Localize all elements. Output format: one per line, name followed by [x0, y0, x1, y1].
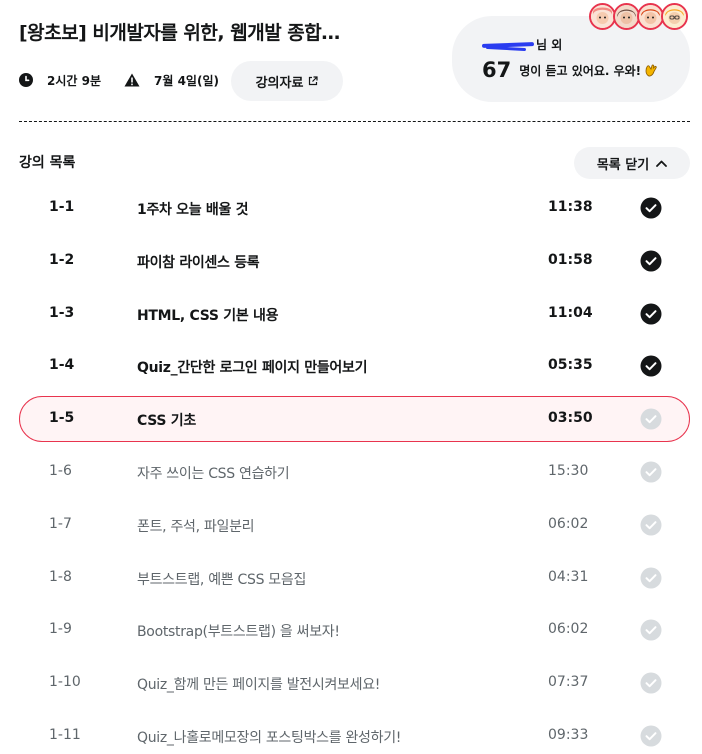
lesson-number: 1-6: [49, 463, 72, 479]
redacted-username: [482, 38, 534, 52]
close-list-button[interactable]: 목록 닫기: [574, 147, 690, 179]
lesson-duration: 06:02: [548, 516, 589, 532]
lesson-number: 1-4: [49, 357, 75, 373]
lesson-row[interactable]: 1-7 폰트, 주석, 파일분리 06:02: [19, 502, 690, 548]
lesson-title: 부트스트랩, 예쁜 CSS 모음집: [137, 572, 307, 588]
lesson-duration: 15:30: [548, 463, 589, 479]
date-text: 7월 4일(일): [154, 73, 219, 88]
lesson-number: 1-3: [49, 305, 75, 321]
lesson-duration: 03:50: [548, 410, 593, 426]
avatar-group: [589, 3, 688, 31]
avatar: [589, 3, 616, 30]
clock-icon: [19, 73, 33, 87]
duration-item: 2시간 9분: [19, 72, 101, 89]
lesson-title: Quiz_간단한 로그인 페이지 만들어보기: [137, 360, 368, 376]
watchers-name-suffix: 님 외: [536, 38, 563, 52]
check-circle-icon: [640, 408, 662, 430]
check-circle-icon: [640, 567, 662, 589]
check-circle-icon: [640, 355, 662, 377]
avatar: [613, 3, 640, 30]
clap-icon: [645, 64, 657, 77]
lesson-row[interactable]: 1-5 CSS 기초 03:50: [19, 396, 690, 442]
watchers-name-line: 님 외: [482, 36, 562, 53]
lesson-duration: 11:04: [548, 305, 593, 321]
avatar: [637, 3, 664, 30]
lesson-number: 1-7: [49, 516, 72, 532]
check-circle-icon: [640, 250, 662, 272]
watchers-text: 명이 듣고 있어요. 우와!: [519, 63, 642, 78]
lesson-title: Quiz_함께 만든 페이지를 발전시켜보세요!: [137, 677, 381, 693]
course-materials-button[interactable]: 강의자료: [231, 61, 343, 101]
external-link-icon: [309, 76, 319, 86]
close-list-label: 목록 닫기: [596, 157, 650, 173]
lesson-list-heading: 강의 목록: [19, 155, 76, 171]
date-item: 7월 4일(일): [124, 72, 219, 89]
lesson-title: HTML, CSS 기본 내용: [137, 308, 279, 324]
check-circle-icon: [640, 725, 662, 747]
watchers-count: 67: [482, 58, 512, 82]
lesson-row[interactable]: 1-11 Quiz_나홀로메모장의 포스팅박스를 완성하기! 09:33: [19, 713, 690, 754]
check-circle-icon: [640, 303, 662, 325]
lesson-row[interactable]: 1-4 Quiz_간단한 로그인 페이지 만들어보기 05:35: [19, 343, 690, 389]
lesson-number: 1-9: [49, 621, 72, 637]
lesson-duration: 06:02: [548, 621, 589, 637]
course-title: [왕초보] 비개발자를 위한, 웹개발 종합…: [19, 22, 340, 44]
lesson-title: 파이참 라이센스 등록: [137, 255, 260, 271]
lesson-row[interactable]: 1-10 Quiz_함께 만든 페이지를 발전시켜보세요! 07:37: [19, 660, 690, 706]
lesson-duration: 04:31: [548, 569, 589, 585]
duration-text: 2시간 9분: [47, 73, 101, 88]
chevron-up-icon: [656, 160, 668, 167]
lesson-row[interactable]: 1-8 부트스트랩, 예쁜 CSS 모음집 04:31: [19, 555, 690, 601]
materials-label: 강의자료: [255, 75, 304, 91]
lesson-number: 1-1: [49, 199, 75, 215]
lesson-duration: 01:58: [548, 252, 593, 268]
lesson-title: Quiz_나홀로메모장의 포스팅박스를 완성하기!: [137, 730, 402, 746]
check-circle-icon: [640, 672, 662, 694]
check-circle-icon: [640, 619, 662, 641]
course-meta: 2시간 9분 7월 4일(일): [19, 62, 219, 98]
lesson-row[interactable]: 1-9 Bootstrap(부트스트랩) 을 써보자! 06:02: [19, 607, 690, 653]
lesson-row[interactable]: 1-6 자주 쓰이는 CSS 연습하기 15:30: [19, 449, 690, 495]
lesson-number: 1-2: [49, 252, 75, 268]
lesson-duration: 07:37: [548, 674, 589, 690]
lesson-number: 1-11: [49, 727, 81, 743]
lesson-duration: 05:35: [548, 357, 593, 373]
lesson-row[interactable]: 1-3 HTML, CSS 기본 내용 11:04: [19, 291, 690, 337]
lesson-number: 1-10: [49, 674, 81, 690]
lesson-title: Bootstrap(부트스트랩) 을 써보자!: [137, 624, 340, 640]
lesson-title: 자주 쓰이는 CSS 연습하기: [137, 466, 290, 482]
lesson-row[interactable]: 1-1 1주차 오늘 배울 것 11:38: [19, 185, 690, 231]
lesson-title: 1주차 오늘 배울 것: [137, 202, 249, 218]
check-circle-icon: [640, 514, 662, 536]
lesson-number: 1-8: [49, 569, 72, 585]
warning-icon: [124, 73, 140, 87]
lesson-duration: 11:38: [548, 199, 593, 215]
lesson-title: 폰트, 주석, 파일분리: [137, 519, 255, 535]
watchers-count-line: 67 명이 듣고 있어요. 우와!: [482, 58, 659, 82]
lesson-row[interactable]: 1-2 파이참 라이센스 등록 01:58: [19, 238, 690, 284]
lesson-duration: 09:33: [548, 727, 589, 743]
section-divider: [19, 121, 690, 122]
lesson-number: 1-5: [49, 410, 75, 426]
lesson-title: CSS 기초: [137, 413, 196, 429]
avatar: [661, 3, 688, 30]
check-circle-icon: [640, 461, 662, 483]
check-circle-icon: [640, 197, 662, 219]
